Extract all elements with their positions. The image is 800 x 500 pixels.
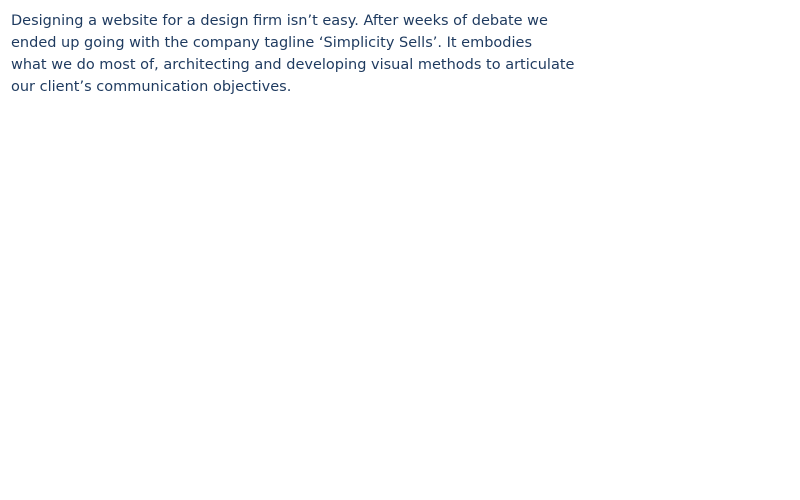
intro-line: ended up going with the company tagline … xyxy=(11,35,532,51)
intro-line: our client’s communication objectives. xyxy=(11,79,292,95)
intro-paragraph: Designing a website for a design firm is… xyxy=(11,10,575,98)
intro-line: what we do most of, architecting and dev… xyxy=(11,57,575,73)
intro-line: Designing a website for a design firm is… xyxy=(11,13,548,29)
